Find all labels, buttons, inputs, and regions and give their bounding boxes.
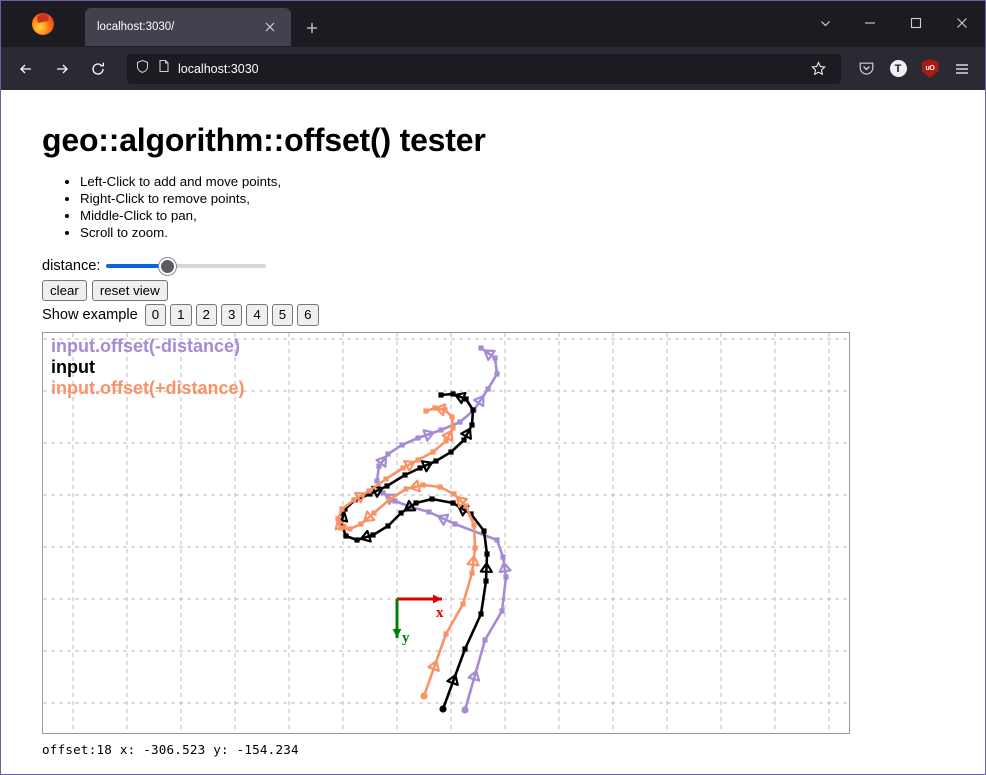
ublock-origin-icon[interactable]: uO (915, 54, 945, 84)
close-icon[interactable] (257, 14, 283, 40)
star-icon[interactable] (803, 56, 833, 82)
distance-slider[interactable] (106, 258, 267, 276)
status-bar: offset:18 x: -306.523 y: -154.234 (42, 741, 299, 757)
maximize-button[interactable] (893, 1, 939, 45)
axis-indicator: xy (392, 594, 444, 646)
instructions-list: Left-Click to add and move points, Right… (42, 173, 985, 241)
page-content: geo::algorithm::offset() tester Left-Cli… (1, 90, 985, 774)
example-selector: Show example 0 1 2 3 4 5 6 (42, 304, 985, 326)
reset-view-button[interactable]: reset view (91, 280, 168, 302)
distance-control: distance: (42, 255, 985, 277)
forward-arrow-icon[interactable] (45, 53, 79, 85)
x-axis-arrow (397, 594, 442, 603)
example-button-2[interactable]: 2 (195, 304, 217, 326)
firefox-icon (32, 13, 54, 35)
tab-strip: localhost:3030/ (1, 1, 985, 47)
page-title: geo::algorithm::offset() tester (42, 122, 486, 158)
close-window-button[interactable] (939, 1, 985, 45)
action-buttons: clear reset view (42, 280, 985, 302)
account-label: T (889, 60, 907, 77)
example-button-1[interactable]: 1 (170, 304, 192, 326)
polyline-series (334, 345, 512, 714)
y-axis-arrow (392, 598, 402, 638)
slider-fill (106, 264, 168, 269)
show-example-label: Show example (42, 306, 138, 323)
list-item: Scroll to zoom. (80, 224, 985, 241)
hamburger-menu-icon[interactable] (947, 54, 977, 84)
example-button-6[interactable]: 6 (297, 304, 319, 326)
reload-icon[interactable] (81, 53, 115, 85)
firefox-logo (1, 1, 85, 47)
series-input.offset(+distance) (334, 402, 480, 700)
clear-button[interactable]: clear (42, 280, 87, 302)
slider-thumb[interactable] (159, 258, 177, 276)
browser-tab[interactable]: localhost:3030/ (85, 8, 291, 46)
account-button[interactable]: T (883, 54, 913, 84)
navigation-toolbar: localhost:3030 T uO (1, 47, 985, 90)
pocket-icon[interactable] (851, 54, 881, 84)
shield-icon[interactable] (135, 59, 150, 79)
new-tab-button[interactable] (299, 15, 325, 41)
list-item: Right-Click to remove points, (80, 190, 985, 207)
chevron-down-icon[interactable] (803, 1, 847, 45)
back-arrow-icon[interactable] (9, 53, 43, 85)
example-button-5[interactable]: 5 (271, 304, 294, 326)
example-button-0[interactable]: 0 (144, 304, 167, 326)
url-text: localhost:3030 (178, 61, 259, 76)
browser-window: localhost:3030/ localhost:3030 T uO geo:… (0, 0, 986, 775)
example-button-4[interactable]: 4 (246, 304, 268, 326)
minimize-button[interactable] (847, 1, 893, 45)
series-input.offset(-distance) (374, 345, 512, 714)
url-bar[interactable]: localhost:3030 (127, 53, 841, 84)
legend-input: input (51, 357, 95, 378)
list-item: Middle-Click to pan, (80, 207, 985, 224)
y-axis-label: y (402, 630, 410, 646)
ublock-label: uO (921, 59, 939, 78)
window-controls (803, 1, 985, 45)
page-icon (157, 59, 171, 78)
example-button-3[interactable]: 3 (220, 304, 243, 326)
distance-label: distance: (42, 258, 101, 275)
offset-canvas[interactable]: xy input.offset(-distance) input input.o… (42, 331, 850, 734)
tab-title: localhost:3030/ (97, 21, 175, 33)
legend: input.offset(-distance) input input.offs… (51, 336, 245, 400)
x-axis-label: x (436, 605, 444, 621)
legend-offset-negative: input.offset(-distance) (51, 335, 240, 356)
legend-offset-positive: input.offset(+distance) (51, 378, 245, 399)
list-item: Left-Click to add and move points, (80, 173, 985, 190)
